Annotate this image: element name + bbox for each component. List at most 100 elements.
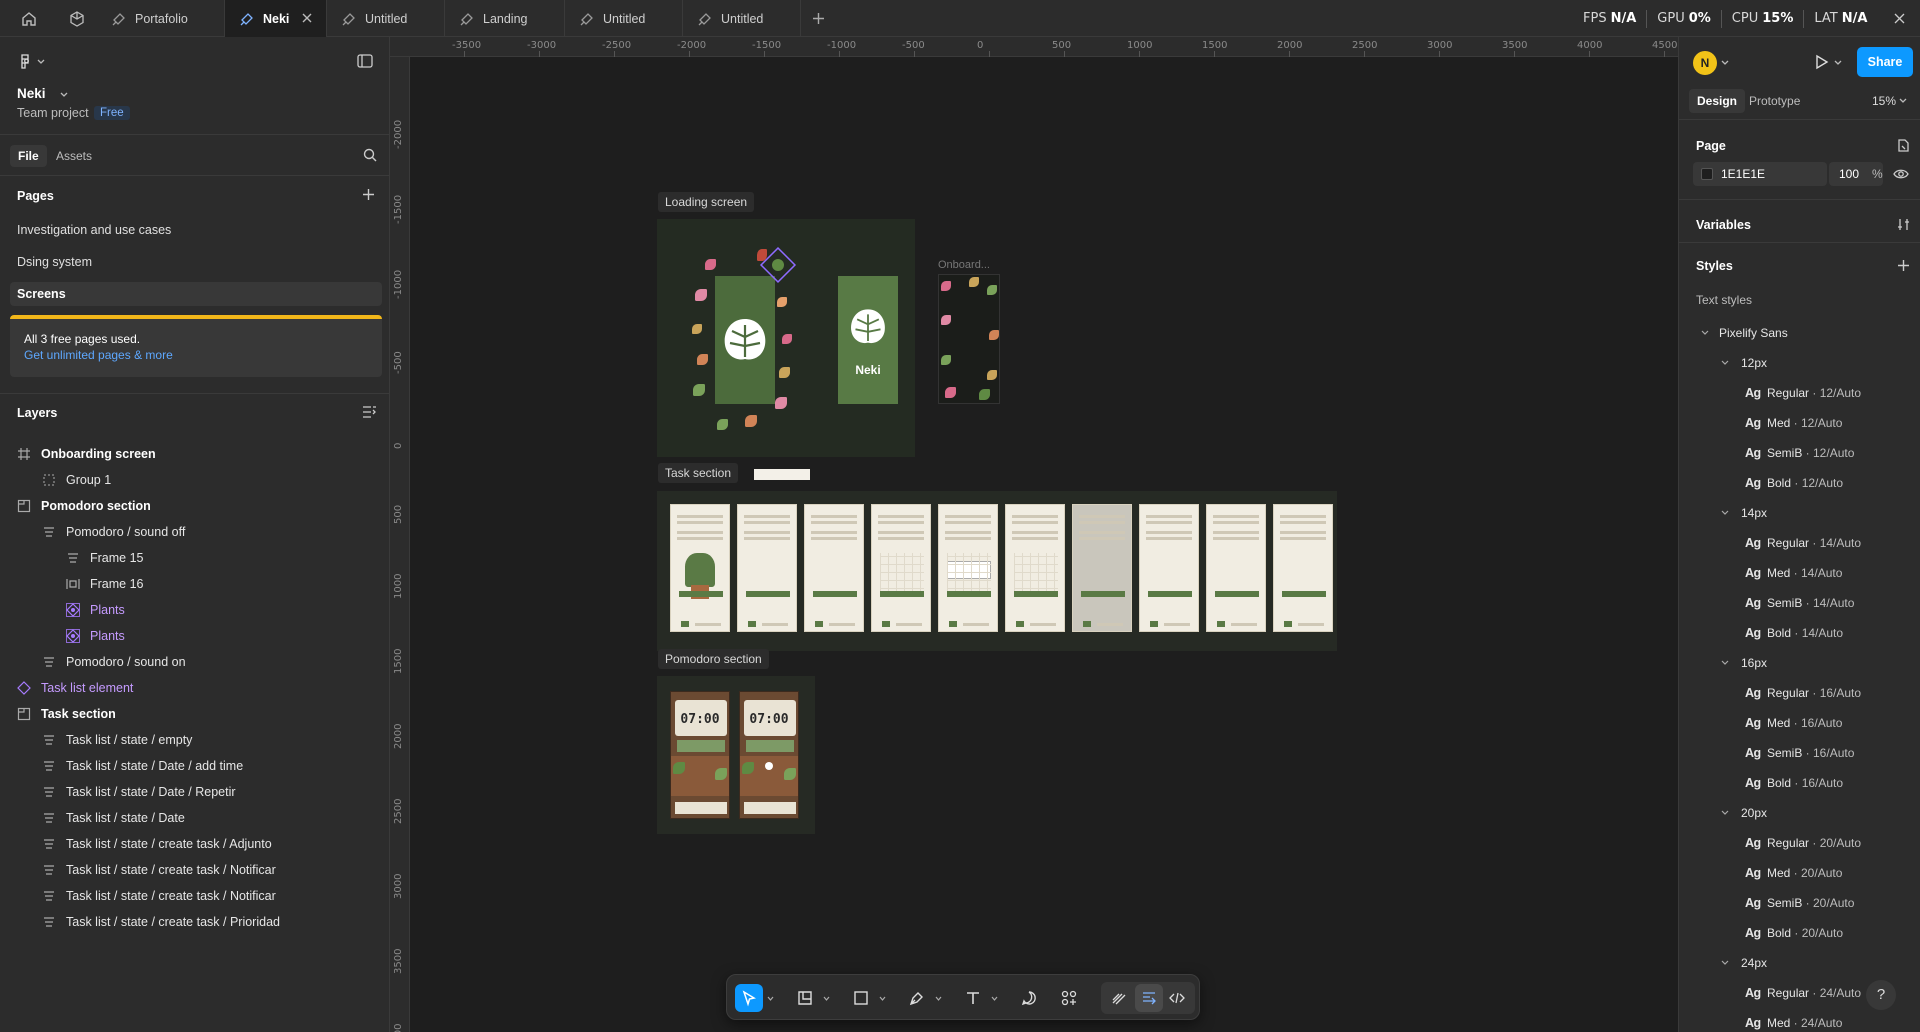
text-tool[interactable] — [959, 984, 987, 1012]
chevron-down-icon[interactable] — [1899, 98, 1907, 104]
color-swatch[interactable] — [1701, 168, 1713, 180]
layer-row[interactable]: Plants — [0, 623, 389, 649]
move-tool[interactable] — [735, 984, 763, 1012]
tab-untitled[interactable]: Untitled — [683, 0, 801, 37]
text-style-row[interactable]: Ag Med · 12/Auto — [1679, 408, 1920, 438]
frame-label-onboard[interactable]: Onboard... — [938, 259, 990, 271]
task-screen-thumbnail[interactable] — [670, 504, 730, 632]
present-play-icon[interactable] — [1812, 53, 1830, 71]
share-button[interactable]: Share — [1857, 47, 1913, 77]
selected-diamond-shape[interactable] — [752, 239, 804, 291]
page-item[interactable]: Investigation and use cases — [10, 218, 382, 242]
opacity-value[interactable]: 100 — [1839, 167, 1859, 181]
text-style-row[interactable]: Ag Regular · 16/Auto — [1679, 678, 1920, 708]
size-group-row[interactable]: 20px — [1679, 798, 1920, 828]
layer-row[interactable]: Frame 16 — [0, 571, 389, 597]
eye-icon[interactable] — [1893, 167, 1909, 181]
task-screen-thumbnail[interactable] — [938, 504, 998, 632]
variables-settings-icon[interactable] — [1896, 217, 1911, 232]
page-color-field[interactable]: 1E1E1E — [1693, 162, 1827, 186]
task-screen-thumbnail[interactable] — [1273, 504, 1333, 632]
task-screen-thumbnail[interactable] — [1005, 504, 1065, 632]
text-style-row[interactable]: Ag Bold · 20/Auto — [1679, 918, 1920, 948]
page-item[interactable]: Dsing system — [10, 250, 382, 274]
pomodoro-screen-sound-off[interactable]: 07:00 — [670, 691, 730, 819]
text-style-row[interactable]: Ag Bold · 12/Auto — [1679, 468, 1920, 498]
layer-row[interactable]: Task list / state / Date / add time — [0, 753, 389, 779]
task-section-frame[interactable] — [657, 491, 1337, 651]
tab-landing[interactable]: Landing — [445, 0, 565, 37]
chevron-down-icon[interactable] — [1721, 510, 1729, 516]
task-screen-thumbnail[interactable] — [1072, 504, 1132, 632]
text-style-row[interactable]: Ag Med · 14/Auto — [1679, 558, 1920, 588]
text-style-row[interactable]: Ag Regular · 12/Auto — [1679, 378, 1920, 408]
task-screen-thumbnail[interactable] — [1206, 504, 1266, 632]
size-group-row[interactable]: 14px — [1679, 498, 1920, 528]
chevron-down-icon[interactable] — [823, 996, 830, 1001]
help-button[interactable]: ? — [1866, 980, 1896, 1010]
task-screen-thumbnail[interactable] — [737, 504, 797, 632]
frame-label-pomodoro[interactable]: Pomodoro section — [658, 649, 769, 669]
rectangle-tool[interactable] — [847, 984, 875, 1012]
close-icon[interactable] — [300, 11, 314, 25]
chevron-down-icon[interactable] — [60, 92, 68, 98]
layer-row[interactable]: Task list element — [0, 675, 389, 701]
zoom-level[interactable]: 15% — [1872, 94, 1896, 108]
export-settings-icon[interactable] — [1896, 138, 1911, 153]
layer-row[interactable]: Pomodoro / sound off — [0, 519, 389, 545]
text-style-row[interactable]: Ag SemiB · 12/Auto — [1679, 438, 1920, 468]
size-group-row[interactable]: 16px — [1679, 648, 1920, 678]
text-style-row[interactable]: Ag Med · 24/Auto — [1679, 1008, 1920, 1032]
size-group-row[interactable]: 24px — [1679, 948, 1920, 978]
layer-row[interactable]: Group 1 — [0, 467, 389, 493]
layer-options-icon[interactable] — [362, 405, 377, 419]
layer-row[interactable]: Task list / state / create task / Adjunt… — [0, 831, 389, 857]
layer-row[interactable]: Onboarding screen — [0, 441, 389, 467]
text-style-row[interactable]: Ag Regular · 20/Auto — [1679, 828, 1920, 858]
page-item-active[interactable]: Screens — [10, 282, 382, 306]
loading-screen-frame[interactable]: Neki — [657, 219, 915, 457]
chevron-down-icon[interactable] — [767, 996, 774, 1001]
font-family-row[interactable]: Pixelify Sans — [1679, 318, 1920, 348]
tab-untitled[interactable]: Untitled — [565, 0, 683, 37]
task-screen-thumbnail[interactable] — [804, 504, 864, 632]
draw-mode-icon[interactable] — [1105, 984, 1133, 1012]
canvas[interactable]: -3500 -3000 -2500 -2000 -1500 -1000 -500 0 500 10… — [390, 37, 1678, 1032]
dev-mode-icon[interactable] — [1163, 984, 1191, 1012]
frame-label-task[interactable]: Task section — [658, 463, 739, 483]
tab-prototype[interactable]: Prototype — [1741, 89, 1808, 113]
layer-row[interactable]: Task list / state / Date / Repetir — [0, 779, 389, 805]
chevron-down-icon[interactable] — [879, 996, 886, 1001]
sidebar-toggle-icon[interactable] — [357, 54, 373, 68]
chevron-down-icon[interactable] — [1721, 660, 1729, 666]
tab-neki[interactable]: Neki — [225, 0, 327, 37]
chevron-down-icon[interactable] — [1721, 810, 1729, 816]
page-opacity-field[interactable]: 100 % — [1829, 162, 1883, 186]
chevron-down-icon[interactable] — [1701, 330, 1709, 336]
onboard-frame[interactable] — [938, 274, 1000, 404]
chevron-down-icon[interactable] — [1721, 360, 1729, 366]
tab-untitled[interactable]: Untitled — [327, 0, 445, 37]
home-icon[interactable] — [19, 9, 39, 29]
size-group-row[interactable]: 12px — [1679, 348, 1920, 378]
text-style-row[interactable]: Ag Med · 16/Auto — [1679, 708, 1920, 738]
text-style-row[interactable]: Ag SemiB · 14/Auto — [1679, 588, 1920, 618]
frame-tool[interactable] — [791, 984, 819, 1012]
chevron-down-icon[interactable] — [1721, 60, 1729, 66]
frame-label-loading[interactable]: Loading screen — [658, 192, 755, 212]
tab-assets[interactable]: Assets — [56, 149, 92, 163]
text-style-row[interactable]: Ag Med · 20/Auto — [1679, 858, 1920, 888]
chevron-down-icon[interactable] — [37, 59, 45, 65]
layer-row[interactable]: Task list / state / create task / Notifi… — [0, 883, 389, 909]
layer-row[interactable]: Plants — [0, 597, 389, 623]
white-rectangle[interactable] — [754, 469, 810, 480]
window-close-icon[interactable] — [1893, 12, 1906, 25]
layer-row[interactable]: Task list / state / Date — [0, 805, 389, 831]
layer-row[interactable]: Task list / state / create task / Notifi… — [0, 857, 389, 883]
task-screen-thumbnail[interactable] — [871, 504, 931, 632]
chevron-down-icon[interactable] — [1721, 960, 1729, 966]
pomodoro-screen-sound-on[interactable]: 07:00 — [739, 691, 799, 819]
text-style-row[interactable]: Ag Regular · 14/Auto — [1679, 528, 1920, 558]
comment-tool[interactable] — [1015, 984, 1043, 1012]
project-name[interactable]: Neki — [17, 86, 46, 101]
